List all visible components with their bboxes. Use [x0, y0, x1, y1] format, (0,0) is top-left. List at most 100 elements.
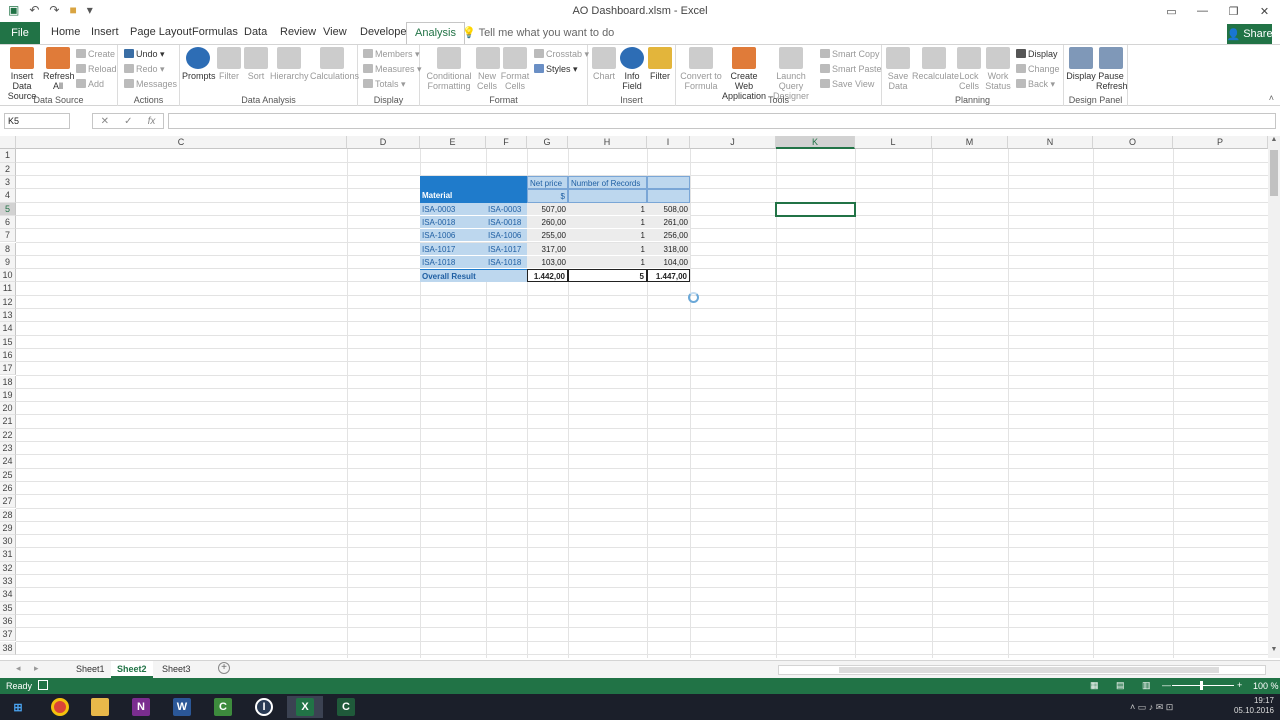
table-cell-i[interactable]: 256,00 [647, 229, 690, 243]
row-header-33[interactable]: 33 [0, 575, 16, 589]
tab-analysis[interactable]: Analysis [406, 22, 465, 45]
table-cell-e[interactable]: ISA-1017 [420, 242, 486, 256]
total-label[interactable]: Overall Result [420, 269, 486, 283]
row-header-28[interactable]: 28 [0, 508, 16, 522]
row-header-26[interactable]: 26 [0, 481, 16, 496]
row-header-2[interactable]: 2 [0, 162, 16, 176]
function-icon[interactable]: fx [148, 116, 156, 127]
new-cells-button[interactable]: New Cells [476, 47, 500, 91]
chrome-icon[interactable] [42, 696, 78, 718]
row-header-23[interactable]: 23 [0, 442, 16, 456]
table-cell-i[interactable]: 261,00 [647, 215, 690, 230]
windows-start-icon[interactable]: ⊞ [0, 696, 36, 718]
prompts-button[interactable]: Prompts [182, 47, 216, 81]
row-header-5[interactable]: 5 [0, 202, 16, 216]
table-cell-e[interactable]: ISA-0018 [420, 215, 486, 230]
cancel-icon[interactable]: ✕ [101, 116, 109, 127]
table-cell-i[interactable]: 104,00 [647, 255, 690, 270]
row-header-9[interactable]: 9 [0, 255, 16, 270]
row-header-12[interactable]: 12 [0, 295, 16, 309]
tray-icons[interactable]: ˄ ▭ ♪ ✉ ⊡ [1130, 702, 1173, 713]
onenote-icon[interactable]: N [123, 696, 159, 718]
vertical-scrollbar[interactable]: ▲ ▼ [1268, 136, 1280, 658]
excel-icon[interactable]: X [287, 696, 323, 718]
worksheet-grid[interactable]: C D E F G H I J K L M N O P 1 2 3 4 5 6 7 8 9 10 1… [0, 136, 1268, 658]
smart-paste-button[interactable]: Smart Paste [820, 64, 882, 74]
recalculate-button[interactable]: Recalculate [912, 47, 959, 81]
header-blank-i3[interactable] [647, 176, 690, 190]
share-button[interactable]: 👤 Share [1226, 24, 1273, 44]
header-number-of-records[interactable]: Number of Records [568, 176, 647, 190]
row-header-6[interactable]: 6 [0, 215, 16, 230]
table-cell-f[interactable]: ISA-1017 [486, 242, 527, 256]
table-cell-e[interactable]: ISA-0003 [420, 202, 486, 216]
restore-button[interactable]: ❐ [1218, 0, 1249, 22]
row-header-18[interactable]: 18 [0, 375, 16, 389]
row-header-1[interactable]: 1 [0, 149, 16, 163]
row-header-3[interactable]: 3 [0, 176, 16, 190]
horizontal-scrollbar[interactable] [778, 665, 1266, 675]
table-cell-g[interactable]: 260,00 [527, 215, 568, 230]
zoom-level[interactable]: 100 % [1253, 681, 1279, 691]
table-cell-h[interactable]: 1 [568, 202, 647, 216]
row-header-21[interactable]: 21 [0, 415, 16, 429]
sap-app-green-icon[interactable]: C [205, 696, 241, 718]
zoom-out-icon[interactable]: — [1162, 680, 1171, 690]
column-header-c[interactable]: C [16, 136, 347, 149]
row-header-24[interactable]: 24 [0, 455, 16, 469]
row-header-37[interactable]: 37 [0, 628, 16, 642]
add-sheet-icon[interactable]: + [218, 662, 230, 674]
row-header-7[interactable]: 7 [0, 229, 16, 243]
smart-copy-button[interactable]: Smart Copy [820, 49, 880, 59]
formula-input[interactable] [168, 113, 1276, 129]
word-icon[interactable]: W [164, 696, 200, 718]
row-header-30[interactable]: 30 [0, 535, 16, 549]
header-unit[interactable]: $ [527, 189, 568, 203]
zoom-in-icon[interactable]: + [1237, 680, 1242, 690]
close-button[interactable]: ✕ [1249, 0, 1280, 22]
column-header-k[interactable]: K [776, 136, 855, 149]
change-button[interactable]: Change [1016, 64, 1060, 74]
row-header-32[interactable]: 32 [0, 561, 16, 575]
total-records[interactable]: 5 [568, 269, 647, 283]
add-button[interactable]: Add [76, 79, 104, 89]
insert-data-source-button[interactable]: Insert Data Source [3, 47, 41, 101]
horizontal-scroll-thumb[interactable] [839, 667, 1219, 673]
work-status-button[interactable]: Work Status [982, 47, 1014, 91]
column-header-h[interactable]: H [568, 136, 647, 149]
column-header-i[interactable]: I [647, 136, 690, 149]
sheet-tab-sheet3[interactable]: Sheet3 [156, 661, 197, 678]
row-header-20[interactable]: 20 [0, 402, 16, 416]
table-cell-g[interactable]: 255,00 [527, 229, 568, 243]
table-cell-i[interactable]: 508,00 [647, 202, 690, 216]
styles-button[interactable]: Styles ▾ [534, 64, 578, 75]
save-data-button[interactable]: Save Data [884, 47, 912, 91]
row-header-13[interactable]: 13 [0, 309, 16, 323]
normal-view-icon[interactable]: ▦ [1090, 680, 1099, 691]
tab-file[interactable]: File [0, 22, 40, 44]
enter-icon[interactable]: ✓ [124, 116, 132, 127]
clock[interactable]: 19:17 05.10.2016 [1234, 696, 1274, 716]
column-header-f[interactable]: F [486, 136, 527, 149]
table-cell-g[interactable]: 507,00 [527, 202, 568, 216]
table-cell-f[interactable]: ISA-0018 [486, 215, 527, 230]
header-blank-f4[interactable] [486, 189, 527, 203]
row-header-25[interactable]: 25 [0, 468, 16, 482]
table-cell-f[interactable]: ISA-1018 [486, 255, 527, 270]
refresh-all-button[interactable]: Refresh All [43, 47, 75, 91]
column-header-l[interactable]: L [855, 136, 932, 149]
row-header-36[interactable]: 36 [0, 614, 16, 629]
table-cell-g[interactable]: 317,00 [527, 242, 568, 256]
table-cell-h[interactable]: 1 [568, 215, 647, 230]
tab-page-layout[interactable]: Page Layout [130, 26, 192, 38]
page-break-view-icon[interactable]: ▥ [1142, 680, 1151, 691]
members-button[interactable]: Members ▾ [363, 49, 420, 60]
table-cell-i[interactable]: 318,00 [647, 242, 690, 256]
tell-me-box[interactable]: 💡 Tell me what you want to do [462, 26, 614, 39]
sheet-tab-sheet2[interactable]: Sheet2 [111, 661, 153, 678]
tab-view[interactable]: View [323, 26, 347, 38]
insert-filter-button[interactable]: Filter [646, 47, 674, 81]
macro-record-icon[interactable] [38, 680, 48, 690]
column-header-p[interactable]: P [1173, 136, 1268, 149]
planning-display-button[interactable]: Display [1016, 49, 1058, 59]
